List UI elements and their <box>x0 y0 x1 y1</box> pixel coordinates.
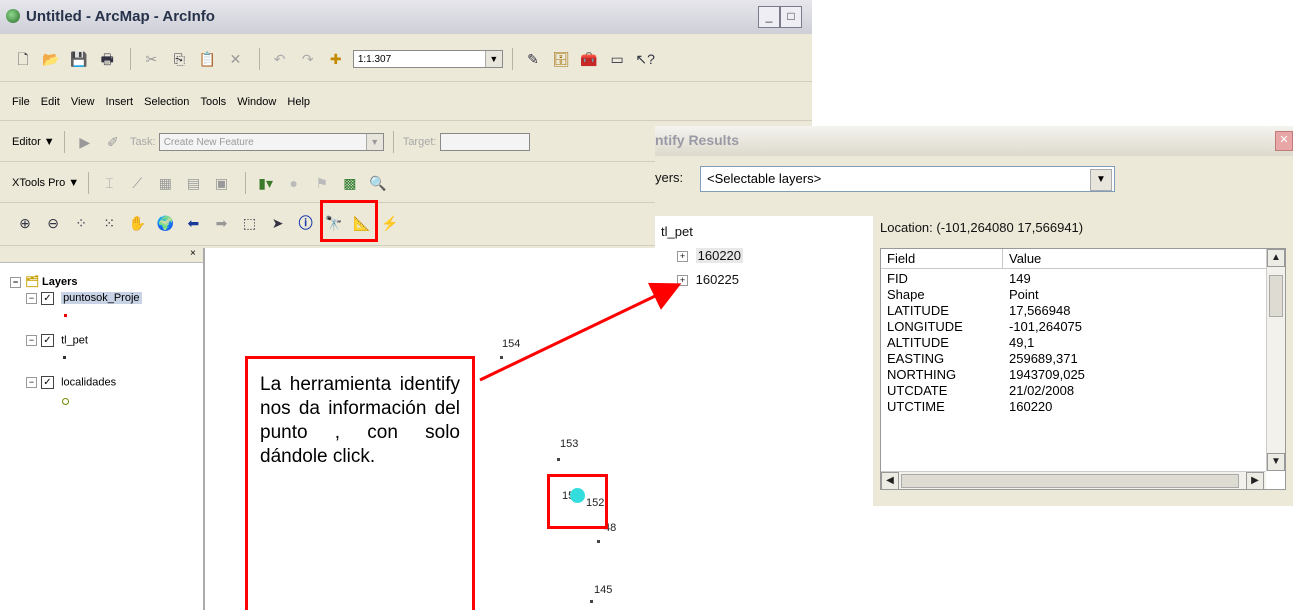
annotation-arrow <box>479 282 682 382</box>
annotation-callout: La herramienta identify nos da informaci… <box>245 356 475 610</box>
